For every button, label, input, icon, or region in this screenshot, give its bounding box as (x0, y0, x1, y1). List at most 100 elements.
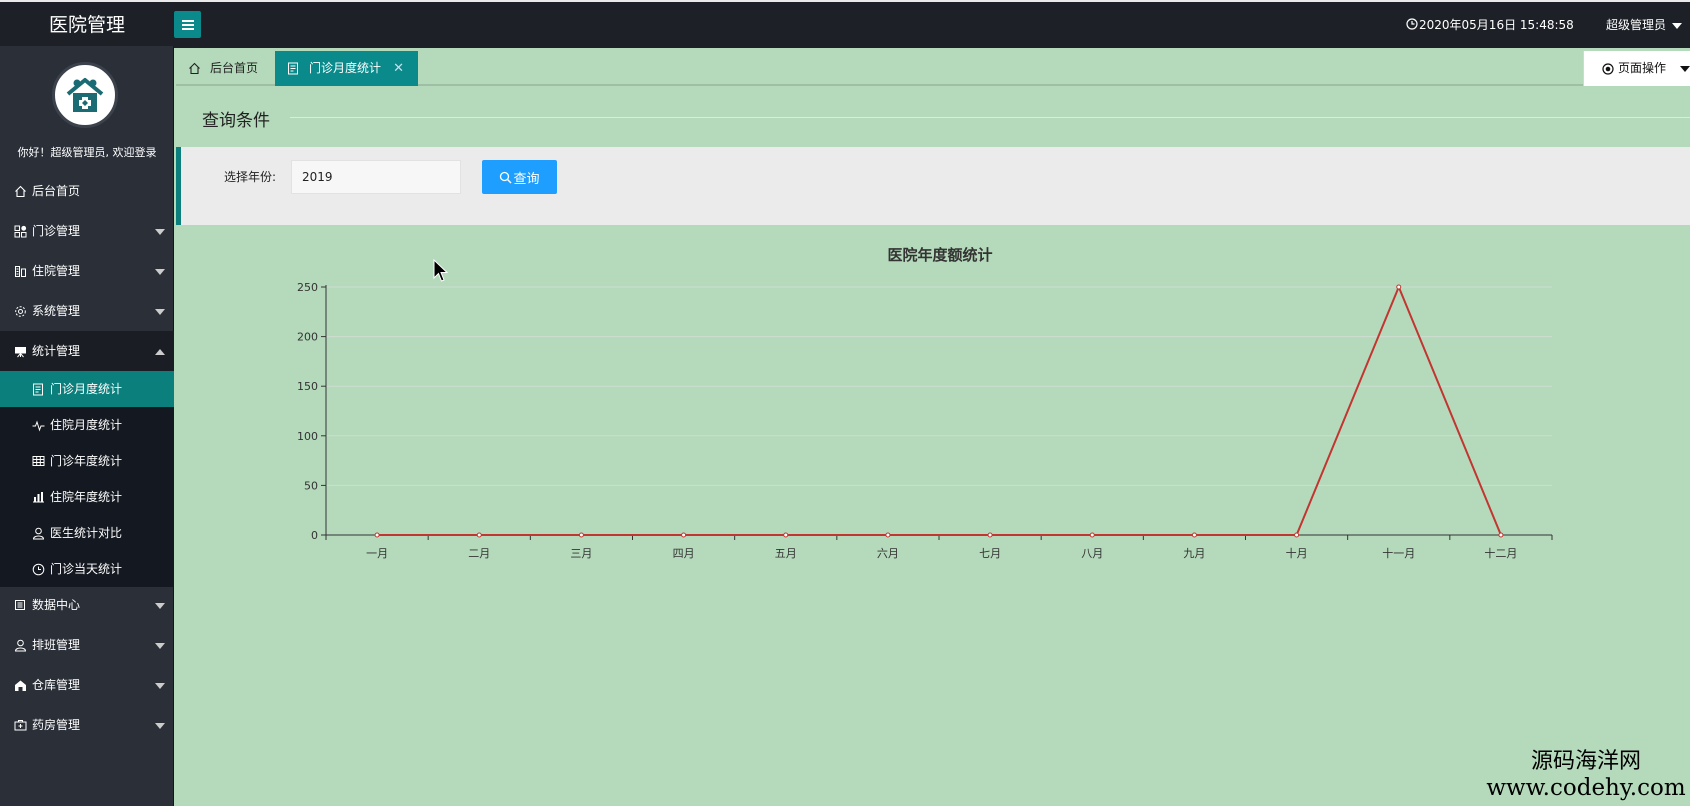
x-tick-label: 十二月 (1484, 546, 1517, 560)
document-icon (32, 371, 44, 407)
sidebar-item-warehouse[interactable]: 仓库管理 (0, 665, 174, 705)
welcome-text: 你好！超级管理员, 欢迎登录 (17, 146, 157, 159)
page-operations-button[interactable]: 页面操作 (1583, 51, 1690, 86)
tab-home[interactable]: 后台首页 (176, 51, 275, 86)
sidebar-item-statistics[interactable]: 统计管理 (0, 331, 174, 371)
section-divider (290, 117, 1690, 118)
y-tick-label: 250 (297, 281, 318, 294)
pulse-icon (32, 407, 45, 443)
home-icon (14, 171, 28, 211)
user-menu[interactable]: 超级管理员 (1606, 2, 1683, 48)
tab-bar: 后台首页 门诊月度统计 ✕ (176, 51, 1690, 86)
x-tick-label: 八月 (1081, 547, 1103, 560)
data-point (1498, 532, 1504, 538)
menu-toggle-button[interactable] (174, 11, 201, 38)
y-tick-label: 0 (311, 529, 318, 542)
sidebar-subitem-doctor-compare[interactable]: 医生统计对比 (0, 515, 174, 551)
chevron-down-icon (155, 228, 165, 235)
sidebar-item-scheduling[interactable]: 排班管理 (0, 625, 174, 665)
hospital-logo-icon (66, 78, 104, 112)
year-input[interactable] (291, 160, 461, 194)
document-icon (287, 51, 299, 86)
sidebar-item-system[interactable]: 系统管理 (0, 291, 174, 331)
top-bar: 医院管理 2020年05月16日 15:48:58 超级管理员 (0, 0, 1690, 48)
sidebar-subitem-inpatient-yearly[interactable]: 住院年度统计 (0, 479, 174, 515)
data-point (1089, 532, 1095, 538)
sidebar: 你好！超级管理员, 欢迎登录 后台首页 门诊管理 住院管理 系统管理 统计管理 … (0, 46, 174, 806)
x-tick-label: 十月 (1286, 546, 1308, 560)
data-point (885, 532, 891, 538)
data-point (1396, 284, 1402, 290)
section-title: 查询条件 (202, 111, 270, 131)
line-chart: 0 50 100 150 200 250 一月 二月 三月 四月 五月 六月 七月 八月 九月 十月 十一月 十二… (297, 281, 1553, 560)
sidebar-subitem-inpatient-monthly[interactable]: 住院月度统计 (0, 407, 174, 443)
x-tick-label: 十一月 (1382, 546, 1415, 560)
x-tick-label: 三月 (570, 547, 592, 560)
x-tick-label: 一月 (366, 547, 388, 560)
close-icon[interactable]: ✕ (393, 51, 404, 86)
chevron-down-icon (155, 268, 165, 275)
avatar (52, 62, 118, 128)
user-icon (14, 625, 28, 665)
clock-icon (1406, 18, 1418, 30)
tab-outpatient-monthly[interactable]: 门诊月度统计 ✕ (275, 51, 418, 86)
x-tick-label: 九月 (1183, 547, 1205, 560)
y-tick-label: 200 (297, 331, 318, 344)
current-datetime: 2020年05月16日 15:48:58 (1406, 2, 1574, 48)
data-point (1294, 532, 1300, 538)
chevron-up-icon (155, 348, 165, 355)
y-tick-label: 100 (297, 430, 318, 443)
chevron-down-icon (1672, 22, 1683, 29)
sidebar-item-home[interactable]: 后台首页 (0, 171, 174, 211)
x-tick-label: 五月 (775, 547, 797, 560)
x-tick-label: 二月 (468, 547, 490, 560)
users-icon (32, 515, 45, 551)
sidebar-item-outpatient[interactable]: 门诊管理 (0, 211, 174, 251)
watermark-name: 源码海洋网 (1530, 749, 1641, 774)
data-point (476, 532, 482, 538)
sidebar-item-data-center[interactable]: 数据中心 (0, 585, 174, 625)
home-icon (188, 51, 201, 86)
presentation-icon (14, 331, 28, 371)
search-icon (500, 171, 513, 184)
x-tick-label: 四月 (673, 547, 695, 560)
chevron-down-icon (155, 642, 165, 649)
app-brand: 医院管理 (48, 14, 125, 36)
hamburger-icon (181, 19, 194, 30)
search-button[interactable]: 查询 (482, 160, 557, 194)
year-label: 选择年份: (224, 170, 277, 184)
series-line (377, 284, 1502, 536)
sidebar-item-pharmacy[interactable]: 药房管理 (0, 705, 174, 745)
gear-icon (14, 291, 28, 331)
watermark-url: www.codehy.com (1486, 775, 1686, 801)
data-point (578, 532, 584, 538)
clock-icon (32, 551, 45, 587)
target-icon (1602, 51, 1614, 86)
chevron-down-icon (1680, 66, 1690, 72)
chevron-down-icon (155, 722, 165, 729)
data-point (987, 532, 993, 538)
data-point (1191, 532, 1197, 538)
pharmacy-icon (14, 705, 28, 745)
chevron-down-icon (155, 308, 165, 315)
x-tick-label: 七月 (979, 547, 1001, 560)
data-point (374, 532, 380, 538)
sidebar-subitem-outpatient-yearly[interactable]: 门诊年度统计 (0, 443, 174, 479)
watermark: 源码海洋网 www.codehy.com (1482, 749, 1690, 801)
data-point (681, 532, 687, 538)
table-icon (32, 443, 45, 479)
warehouse-icon (14, 665, 28, 705)
sidebar-subitem-outpatient-monthly[interactable]: 门诊月度统计 (0, 371, 174, 407)
chevron-down-icon (155, 682, 165, 689)
mouse-cursor-icon (433, 259, 449, 282)
data-point (783, 532, 789, 538)
data-icon (14, 585, 28, 625)
x-tick-label: 六月 (877, 547, 899, 560)
sidebar-subitem-outpatient-daily[interactable]: 门诊当天统计 (0, 551, 174, 587)
y-tick-label: 150 (297, 380, 318, 393)
grid-icon (14, 211, 28, 251)
y-tick-label: 50 (304, 479, 318, 492)
sidebar-item-inpatient[interactable]: 住院管理 (0, 251, 174, 291)
building-icon (14, 251, 28, 291)
chart-icon (32, 479, 45, 515)
